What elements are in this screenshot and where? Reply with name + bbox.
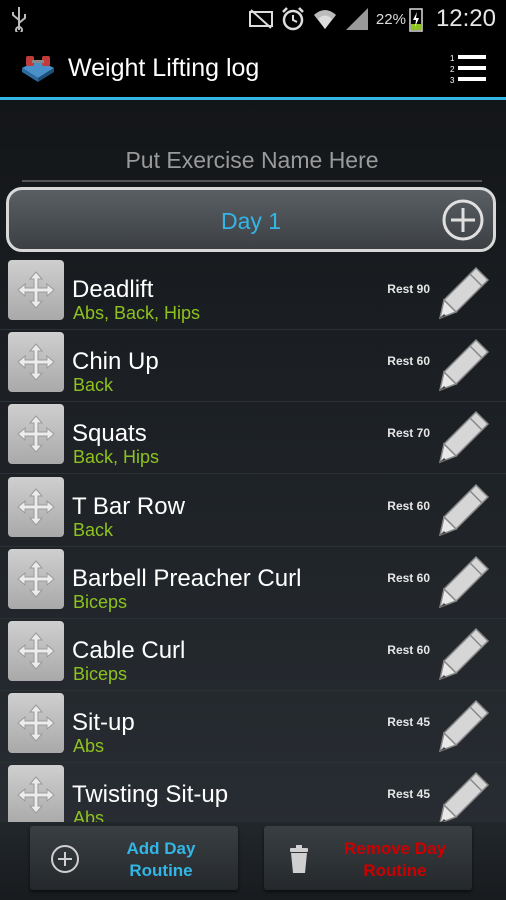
svg-text:2: 2 [450, 65, 455, 74]
bottom-bar: Add Day Routine Remove Day Routine [0, 822, 506, 900]
dumbbell-app-icon[interactable] [18, 50, 58, 84]
rest-time: Rest 60 [387, 354, 430, 369]
drag-handle-icon[interactable] [8, 693, 64, 754]
drag-handle-icon[interactable] [8, 332, 64, 393]
exercise-row[interactable]: Sit-up Abs Rest 45 [0, 691, 506, 764]
exercise-row[interactable]: Deadlift Abs, Back, Hips Rest 90 [0, 258, 506, 330]
remove-label-line2: Routine [363, 861, 427, 880]
status-bar: 22% 12:20 [0, 0, 506, 38]
pencil-icon[interactable] [436, 697, 492, 755]
add-day-routine-label: Add Day Routine [90, 838, 232, 882]
drag-handle-icon[interactable] [8, 476, 64, 537]
rest-time: Rest 45 [387, 787, 430, 802]
plus-circle-icon[interactable] [441, 198, 485, 242]
exercise-name: Twisting Sit-up [72, 781, 229, 809]
plus-circle-icon [51, 845, 79, 873]
exercise-row[interactable]: Chin Up Back Rest 60 [0, 330, 506, 403]
wifi-icon [313, 10, 336, 29]
exercise-muscles: Abs, Back, Hips [73, 303, 201, 323]
exercise-name: Sit-up [72, 709, 135, 737]
exercise-name: Deadlift [72, 276, 154, 303]
signal-icon [345, 8, 368, 30]
drag-handle-icon[interactable] [8, 621, 64, 681]
pencil-icon[interactable] [436, 264, 492, 322]
exercise-row[interactable]: Cable Curl Biceps Rest 60 [0, 619, 506, 691]
drag-handle-icon[interactable] [8, 404, 64, 465]
pencil-icon[interactable] [436, 408, 492, 466]
remove-day-routine-button[interactable]: Remove Day Routine [264, 826, 472, 890]
drag-handle-icon[interactable] [8, 260, 64, 320]
drag-handle-icon[interactable] [8, 548, 64, 609]
exercise-row[interactable]: Barbell Preacher Curl Biceps Rest 60 [0, 547, 506, 619]
exercise-muscles: Back, Hips [73, 447, 160, 468]
pencil-icon[interactable] [436, 553, 492, 611]
exercise-muscles: Biceps [73, 591, 128, 612]
pencil-icon[interactable] [436, 625, 492, 683]
rest-time: Rest 60 [387, 498, 430, 513]
rest-time: Rest 70 [387, 426, 430, 441]
usb-icon [12, 7, 26, 32]
app-title: Weight Lifting log [68, 54, 260, 82]
numbered-list-icon[interactable]: 1 2 3 [450, 52, 486, 86]
battery-charging-icon [409, 8, 423, 32]
exercise-row[interactable]: T Bar Row Back Rest 60 [0, 475, 506, 547]
exercise-muscles: Back [73, 375, 114, 396]
day-title: Day 1 [220, 208, 282, 234]
clock: 12:20 [435, 5, 496, 32]
exercise-muscles: Biceps [73, 664, 128, 684]
remove-label-line1: Remove Day [343, 839, 447, 858]
pencil-icon[interactable] [436, 336, 492, 394]
action-bar: Weight Lifting log 1 2 3 [0, 38, 506, 100]
add-label-line1: Add Day [126, 839, 196, 858]
alarm-icon [282, 7, 304, 31]
remove-day-routine-label: Remove Day Routine [324, 838, 466, 882]
day-header[interactable]: Day 1 [6, 187, 496, 252]
rest-time: Rest 60 [387, 570, 430, 585]
battery-percent: 22% [375, 10, 406, 28]
rest-time: Rest 45 [387, 715, 430, 730]
svg-text:1: 1 [450, 54, 455, 63]
add-label-line2: Routine [129, 861, 193, 880]
trash-icon [290, 845, 308, 873]
drag-handle-icon[interactable] [8, 765, 64, 826]
exercise-name-input[interactable] [22, 140, 482, 182]
exercise-muscles: Back [73, 519, 114, 540]
exercise-name: Squats [72, 420, 147, 448]
exercise-name: Barbell Preacher Curl [72, 564, 302, 592]
exercise-row[interactable]: Squats Back, Hips Rest 70 [0, 402, 506, 475]
rest-time: Rest 60 [387, 643, 430, 657]
exercise-name: Chin Up [72, 348, 159, 376]
rest-time: Rest 90 [387, 282, 430, 296]
svg-text:3: 3 [450, 76, 455, 85]
pencil-icon[interactable] [436, 769, 492, 827]
pencil-icon[interactable] [436, 481, 492, 539]
mute-icon [248, 9, 273, 29]
exercise-muscles: Abs [73, 736, 105, 757]
exercise-name: T Bar Row [72, 492, 185, 520]
add-day-routine-button[interactable]: Add Day Routine [30, 826, 238, 890]
exercise-name: Cable Curl [72, 637, 186, 664]
